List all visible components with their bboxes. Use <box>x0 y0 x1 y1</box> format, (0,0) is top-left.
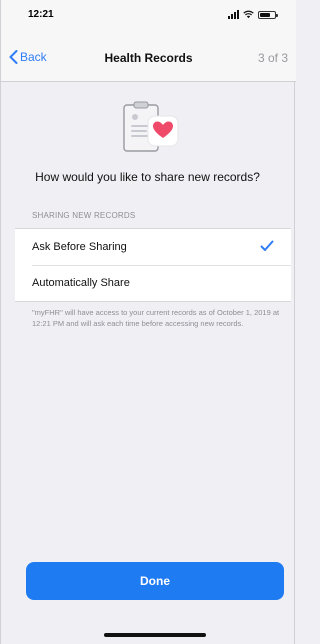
section-header: SHARING NEW RECORDS <box>32 211 136 220</box>
done-button[interactable]: Done <box>26 562 284 600</box>
status-time: 12:21 <box>28 9 54 20</box>
status-icons <box>228 10 278 19</box>
app-screen: 12:21 Back Health Records 3 of 3 How wou… <box>0 0 296 644</box>
option-ask-before-sharing[interactable]: Ask Before Sharing <box>15 229 291 265</box>
cellular-signal-icon <box>228 10 239 19</box>
navigation-bar: Back Health Records 3 of 3 <box>1 34 296 82</box>
status-bar: 12:21 <box>1 0 296 34</box>
checkmark-icon <box>260 240 274 251</box>
page-title: Health Records <box>104 51 193 65</box>
option-automatically-share[interactable]: Automatically Share <box>15 265 291 301</box>
option-label: Ask Before Sharing <box>32 241 127 253</box>
step-indicator: 3 of 3 <box>257 51 288 65</box>
done-label: Done <box>140 574 170 588</box>
access-footnote: "myFHR" will have access to your current… <box>32 308 280 328</box>
home-indicator[interactable] <box>104 633 206 637</box>
option-label: Automatically Share <box>32 277 130 289</box>
battery-icon <box>258 10 278 19</box>
sharing-options-list: Ask Before Sharing Automatically Share <box>15 228 291 302</box>
share-question: How would you like to share new records? <box>35 170 260 184</box>
wifi-icon <box>243 10 254 19</box>
clipboard-heart-icon <box>123 101 179 152</box>
